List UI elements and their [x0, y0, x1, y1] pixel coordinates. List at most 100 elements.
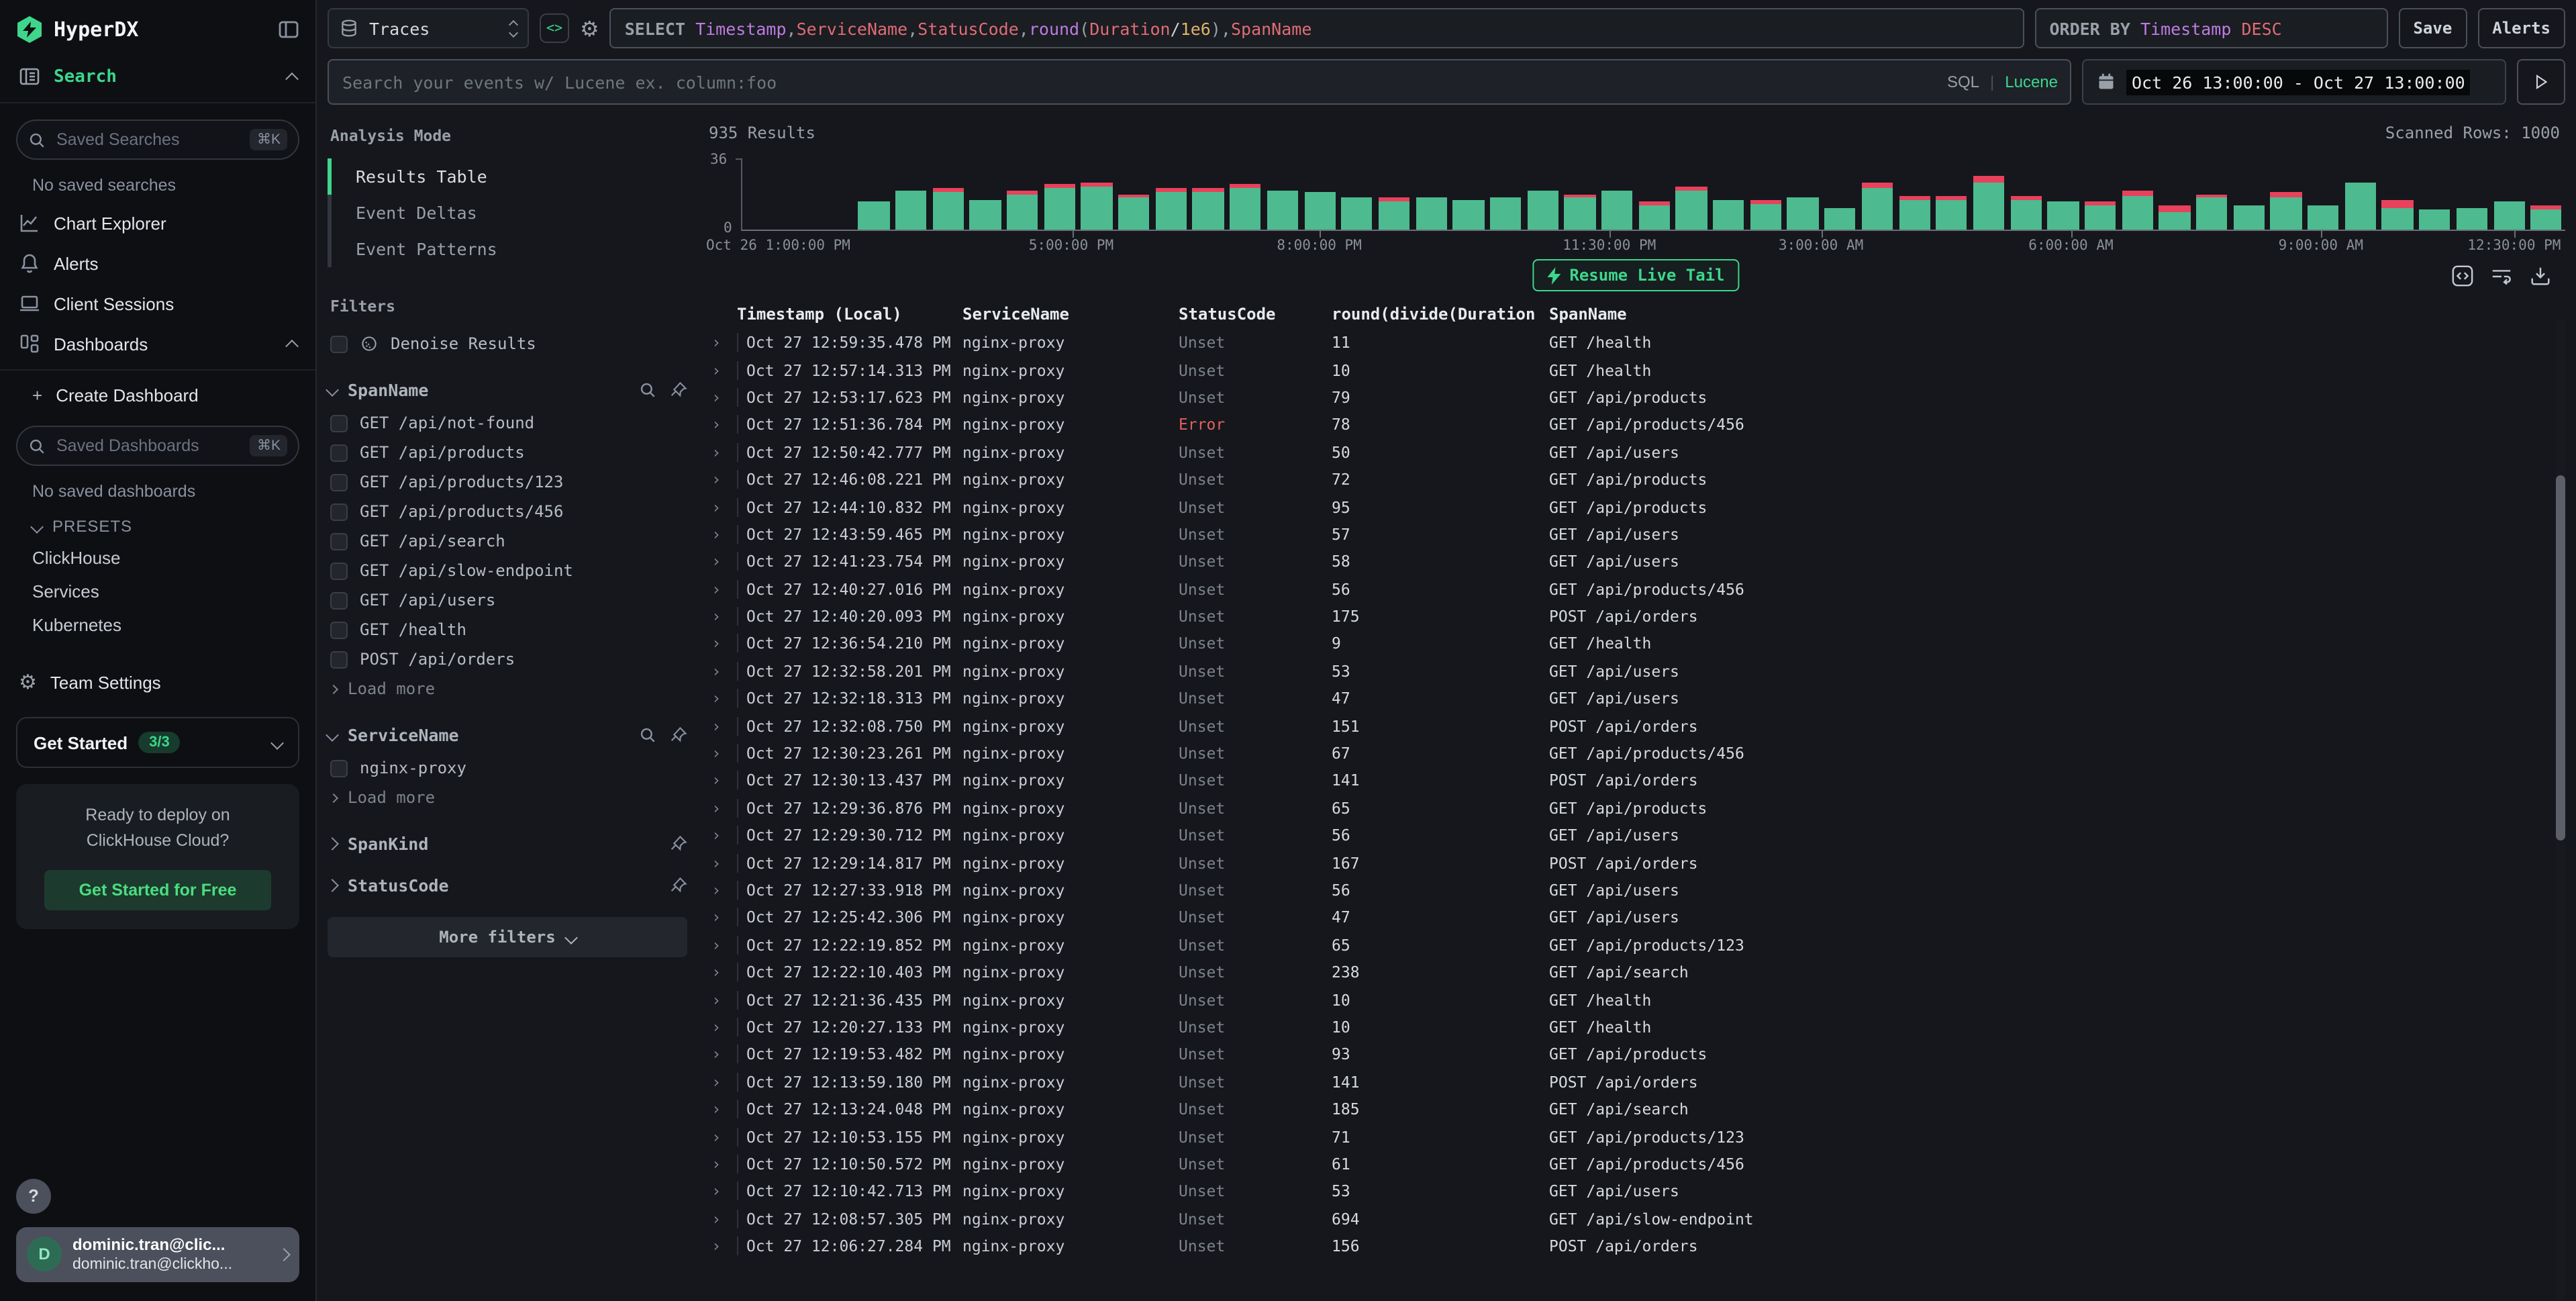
histogram-bar[interactable] — [2342, 158, 2379, 230]
preset-services[interactable]: Services — [0, 575, 315, 608]
table-row[interactable]: ›Oct 27 12:32:58.201 PMnginx-proxyUnset5… — [706, 657, 2565, 685]
filter-option[interactable]: GET /api/search — [328, 526, 687, 556]
pin-icon[interactable] — [670, 877, 687, 894]
date-range-picker[interactable]: Oct 26 13:00:00 - Oct 27 13:00:00 — [2082, 59, 2506, 105]
source-settings-gear-icon[interactable]: ⚙ — [580, 15, 599, 41]
histogram-bar[interactable] — [1747, 158, 1784, 230]
denoise-results-checkbox[interactable]: Denoise Results — [328, 329, 687, 358]
table-row[interactable]: ›Oct 27 12:43:59.465 PMnginx-proxyUnset5… — [706, 520, 2565, 548]
sql-toggle[interactable]: SQL — [1947, 73, 1979, 91]
table-row[interactable]: ›Oct 27 12:57:14.313 PMnginx-proxyUnset1… — [706, 356, 2565, 384]
preset-clickhouse[interactable]: ClickHouse — [0, 541, 315, 575]
table-row[interactable]: ›Oct 27 12:25:42.306 PMnginx-proxyUnset4… — [706, 904, 2565, 931]
table-row[interactable]: ›Oct 27 12:22:19.852 PMnginx-proxyUnset6… — [706, 931, 2565, 959]
histogram-bar[interactable] — [855, 158, 892, 230]
view-source-button[interactable] — [2451, 264, 2474, 287]
histogram-bar[interactable] — [1190, 158, 1227, 230]
preset-kubernetes[interactable]: Kubernetes — [0, 608, 315, 642]
load-more-button[interactable]: Load more — [328, 674, 687, 704]
filter-option[interactable]: GET /api/slow-endpoint — [328, 556, 687, 585]
histogram-bar[interactable] — [2379, 158, 2416, 230]
histogram-bar[interactable] — [2305, 158, 2342, 230]
table-row[interactable]: ›Oct 27 12:29:36.876 PMnginx-proxyUnset6… — [706, 794, 2565, 822]
column-header-duration[interactable]: round(divide(Duration — [1332, 305, 1549, 324]
sidebar-item-chart-explorer[interactable]: Chart Explorer — [0, 203, 315, 243]
table-row[interactable]: ›Oct 27 12:08:57.305 PMnginx-proxyUnset6… — [706, 1205, 2565, 1233]
histogram-bar[interactable] — [2267, 158, 2304, 230]
table-row[interactable]: ›Oct 27 12:30:23.261 PMnginx-proxyUnset6… — [706, 740, 2565, 767]
histogram-bar[interactable] — [1970, 158, 2007, 230]
wrap-lines-button[interactable] — [2490, 264, 2513, 287]
table-row[interactable]: ›Oct 27 12:29:14.817 PMnginx-proxyUnset1… — [706, 849, 2565, 877]
table-row[interactable]: ›Oct 27 12:32:18.313 PMnginx-proxyUnset4… — [706, 685, 2565, 712]
filter-option[interactable]: GET /api/users — [328, 585, 687, 615]
table-row[interactable]: ›Oct 27 12:10:50.572 PMnginx-proxyUnset6… — [706, 1150, 2565, 1177]
histogram-bar[interactable] — [1785, 158, 1822, 230]
histogram-bar[interactable] — [1896, 158, 1933, 230]
table-row[interactable]: ›Oct 27 12:46:08.221 PMnginx-proxyUnset7… — [706, 466, 2565, 493]
order-by-input[interactable]: ORDER BY Timestamp DESC — [2034, 8, 2387, 48]
sidebar-item-alerts[interactable]: Alerts — [0, 243, 315, 283]
histogram-bar[interactable] — [1561, 158, 1598, 230]
table-row[interactable]: ›Oct 27 12:51:36.784 PMnginx-proxyError7… — [706, 411, 2565, 438]
table-row[interactable]: ›Oct 27 12:29:30.712 PMnginx-proxyUnset5… — [706, 822, 2565, 849]
histogram-bar[interactable] — [1710, 158, 1747, 230]
table-row[interactable]: ›Oct 27 12:40:27.016 PMnginx-proxyUnset5… — [706, 575, 2565, 603]
histogram-bar[interactable] — [2528, 158, 2565, 230]
column-header-servicename[interactable]: ServiceName — [962, 305, 1179, 324]
saved-dashboards-input[interactable]: Saved Dashboards ⌘K — [16, 426, 299, 466]
source-select[interactable]: Traces — [328, 8, 529, 48]
histogram-bar[interactable] — [2082, 158, 2119, 230]
table-row[interactable]: ›Oct 27 12:27:33.918 PMnginx-proxyUnset5… — [706, 877, 2565, 904]
histogram-bar[interactable] — [1859, 158, 1895, 230]
filter-option[interactable]: nginx-proxy — [328, 753, 687, 783]
table-row[interactable]: ›Oct 27 12:21:36.435 PMnginx-proxyUnset1… — [706, 986, 2565, 1014]
histogram-bar[interactable] — [781, 158, 818, 230]
histogram-bar[interactable] — [1004, 158, 1041, 230]
filter-group-header-StatusCode[interactable]: StatusCode — [328, 875, 687, 896]
analysis-mode-event-patterns[interactable]: Event Patterns — [328, 231, 687, 267]
sidebar-collapse-button[interactable] — [278, 19, 299, 40]
table-row[interactable]: ›Oct 27 12:19:53.482 PMnginx-proxyUnset9… — [706, 1041, 2565, 1068]
histogram-bar[interactable] — [2453, 158, 2490, 230]
histogram-bar[interactable] — [1041, 158, 1078, 230]
run-query-button[interactable] — [2517, 59, 2565, 105]
histogram-bar[interactable] — [1413, 158, 1450, 230]
histogram-bar[interactable] — [1673, 158, 1710, 230]
filter-group-header-SpanName[interactable]: SpanName — [328, 380, 687, 400]
histogram-plot[interactable]: 36 0 — [741, 158, 2565, 231]
more-filters-button[interactable]: More filters — [328, 917, 687, 957]
filter-option[interactable]: GET /health — [328, 615, 687, 644]
table-row[interactable]: ›Oct 27 12:53:17.623 PMnginx-proxyUnset7… — [706, 384, 2565, 412]
sidebar-item-dashboards[interactable]: Dashboards — [0, 324, 315, 364]
create-dashboard-button[interactable]: + Create Dashboard — [0, 376, 315, 415]
filter-option[interactable]: GET /api/not-found — [328, 408, 687, 438]
resume-live-tail-button[interactable]: Resume Live Tail — [1532, 259, 1739, 291]
pin-icon[interactable] — [670, 835, 687, 853]
pin-icon[interactable] — [670, 381, 687, 399]
histogram-bar[interactable] — [2119, 158, 2156, 230]
table-row[interactable]: ›Oct 27 12:44:10.832 PMnginx-proxyUnset9… — [706, 493, 2565, 521]
histogram-bar[interactable] — [1152, 158, 1189, 230]
histogram-bar[interactable] — [1487, 158, 1524, 230]
table-row[interactable]: ›Oct 27 12:10:53.155 PMnginx-proxyUnset7… — [706, 1123, 2565, 1151]
analysis-mode-event-deltas[interactable]: Event Deltas — [328, 195, 687, 231]
table-row[interactable]: ›Oct 27 12:40:20.093 PMnginx-proxyUnset1… — [706, 603, 2565, 630]
table-row[interactable]: ›Oct 27 12:20:27.133 PMnginx-proxyUnset1… — [706, 1014, 2565, 1041]
table-row[interactable]: ›Oct 27 12:13:24.048 PMnginx-proxyUnset1… — [706, 1096, 2565, 1123]
histogram-bar[interactable] — [2491, 158, 2528, 230]
table-row[interactable]: ›Oct 27 12:10:42.713 PMnginx-proxyUnset5… — [706, 1177, 2565, 1205]
filter-option[interactable]: GET /api/products/456 — [328, 497, 687, 526]
histogram-bar[interactable] — [2008, 158, 2044, 230]
histogram-bar[interactable] — [1375, 158, 1412, 230]
table-row[interactable]: ›Oct 27 12:06:27.284 PMnginx-proxyUnset1… — [706, 1233, 2565, 1260]
lucene-toggle[interactable]: Lucene — [2005, 73, 2058, 91]
table-row[interactable]: ›Oct 27 12:13:59.180 PMnginx-proxyUnset1… — [706, 1068, 2565, 1096]
histogram-bar[interactable] — [2193, 158, 2230, 230]
column-header-spanname[interactable]: SpanName — [1549, 305, 2565, 324]
get-started-card[interactable]: Get Started 3/3 — [16, 717, 299, 768]
pin-icon[interactable] — [670, 726, 687, 744]
histogram-bar[interactable] — [1636, 158, 1673, 230]
help-button[interactable]: ? — [16, 1178, 51, 1213]
histogram-bar[interactable] — [818, 158, 855, 230]
